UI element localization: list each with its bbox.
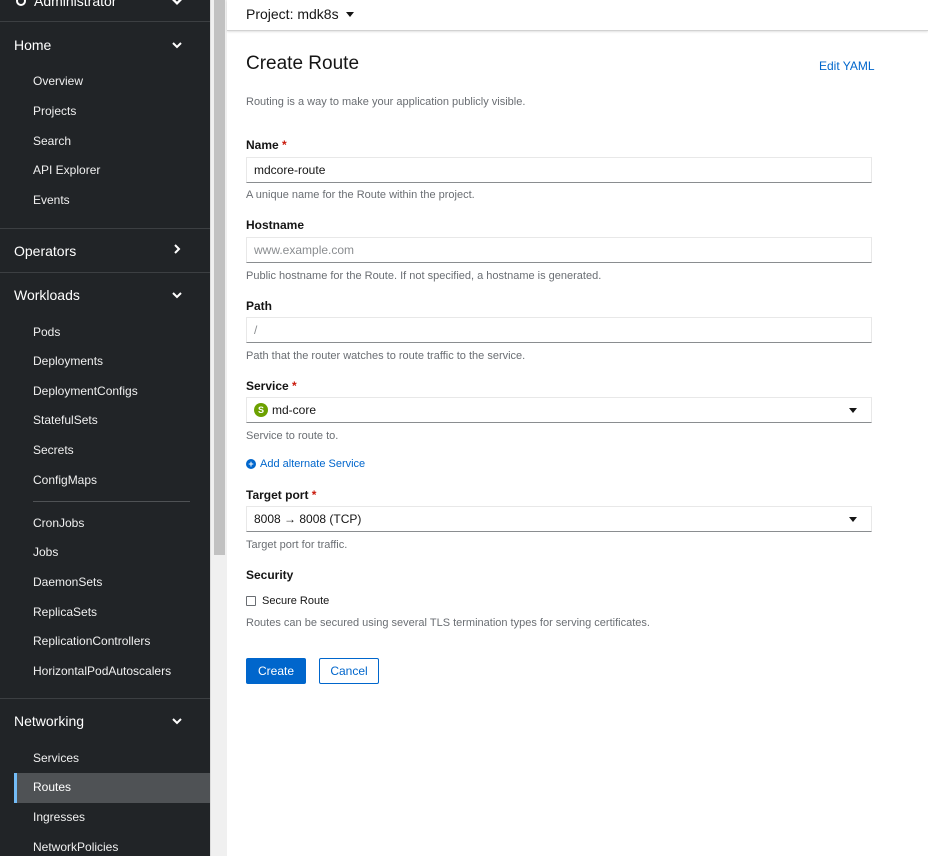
required-marker: *	[292, 379, 297, 393]
sidebar-item-statefulsets[interactable]: StatefulSets	[33, 413, 98, 427]
sidebar-item-routes[interactable]: Routes	[33, 780, 71, 794]
name-input[interactable]	[246, 157, 872, 183]
path-label: Path	[246, 299, 273, 313]
caret-down-icon	[849, 408, 857, 413]
cancel-button[interactable]: Cancel	[319, 658, 379, 684]
path-input[interactable]	[246, 317, 872, 343]
sidebar-section-workloads[interactable]: Workloads	[14, 287, 80, 303]
perspective-label: Administrator	[34, 0, 117, 9]
required-marker: *	[311, 488, 317, 502]
sidebar-item-networkpolicies[interactable]: NetworkPolicies	[33, 840, 118, 854]
sidebar-item-projects[interactable]: Projects	[33, 104, 76, 118]
name-label: Name *	[246, 138, 287, 152]
chevron-right-icon	[174, 244, 181, 254]
required-marker: *	[282, 138, 287, 152]
service-helper: Service to route to.	[246, 430, 339, 442]
sidebar-item-cronjobs[interactable]: CronJobs	[33, 516, 84, 530]
sidebar-item-daemonsets[interactable]: DaemonSets	[33, 575, 102, 589]
edit-yaml-link[interactable]: Edit YAML	[819, 59, 875, 73]
sidebar-item-replicationcontrollers[interactable]: ReplicationControllers	[33, 634, 150, 648]
service-label: Service *	[246, 379, 297, 393]
sidebar-item-api-explorer[interactable]: API Explorer	[33, 163, 100, 177]
security-helper: Routes can be secured using several TLS …	[246, 617, 650, 629]
sidebar-divider	[0, 21, 210, 22]
gear-icon	[16, 0, 26, 6]
service-selected-value: md-core	[272, 403, 317, 417]
secure-route-option[interactable]: Secure Route	[246, 595, 329, 607]
sidebar-item-search[interactable]: Search	[33, 134, 71, 148]
project-selector[interactable]: Project: mdk8s	[246, 6, 339, 22]
target-port-select[interactable]: 8008 → 8008 (TCP)	[246, 506, 872, 532]
scrollbar-thumb[interactable]	[214, 0, 225, 555]
secure-route-label: Secure Route	[262, 595, 330, 607]
sidebar-item-events[interactable]: Events	[33, 193, 70, 207]
perspective-switcher[interactable]: Administrator	[14, 0, 116, 9]
main-content: Project: mdk8s Create Route Edit YAML Ro…	[227, 0, 928, 856]
sidebar-divider	[0, 698, 210, 699]
caret-down-icon[interactable]	[346, 12, 354, 17]
chevron-down-icon	[172, 718, 182, 725]
sidebar-item-pods[interactable]: Pods	[33, 325, 60, 339]
add-alternate-service-button[interactable]: + Add alternate Service	[246, 458, 365, 470]
sidebar-item-deployments[interactable]: Deployments	[33, 354, 103, 368]
create-button[interactable]: Create	[246, 658, 306, 684]
add-alternate-service-label: Add alternate Service	[260, 458, 366, 470]
page-title: Create Route	[246, 53, 360, 74]
sidebar-section-operators[interactable]: Operators	[14, 243, 76, 259]
target-port-label: Target port *	[246, 488, 317, 502]
path-helper: Path that the router watches to route tr…	[246, 350, 526, 362]
chevron-down-icon	[172, 42, 182, 49]
sidebar-divider	[0, 228, 210, 229]
caret-down-icon	[849, 517, 857, 522]
sidebar-item-ingresses[interactable]: Ingresses	[33, 810, 85, 824]
sidebar: Administrator Home Overview Projects Sea…	[0, 0, 210, 856]
target-port-selected-value: 8008 → 8008 (TCP)	[254, 512, 362, 526]
sidebar-item-replicasets[interactable]: ReplicaSets	[33, 605, 97, 619]
name-helper: A unique name for the Route within the p…	[246, 189, 475, 201]
hostname-helper: Public hostname for the Route. If not sp…	[246, 270, 602, 282]
security-label: Security	[246, 568, 294, 582]
service-select[interactable]: S md-core	[246, 397, 872, 423]
sidebar-divider	[0, 272, 210, 273]
sidebar-item-horizontalpodautoscalers[interactable]: HorizontalPodAutoscalers	[33, 664, 171, 678]
page-description: Routing is a way to make your applicatio…	[246, 96, 526, 108]
sidebar-item-jobs[interactable]: Jobs	[33, 545, 58, 559]
hostname-label: Hostname	[246, 218, 305, 232]
target-port-helper: Target port for traffic.	[246, 539, 348, 551]
sidebar-item-services[interactable]: Services	[33, 751, 79, 765]
sidebar-item-deploymentconfigs[interactable]: DeploymentConfigs	[33, 384, 138, 398]
sidebar-item-secrets[interactable]: Secrets	[33, 443, 74, 457]
sidebar-section-home[interactable]: Home	[14, 37, 51, 53]
sidebar-scrollbar[interactable]	[210, 0, 227, 856]
project-bar: Project: mdk8s	[227, 0, 928, 31]
sidebar-item-overview[interactable]: Overview	[33, 74, 83, 88]
sidebar-subgroup-divider	[33, 501, 190, 502]
plus-circle-icon: +	[246, 459, 256, 469]
hostname-input[interactable]	[246, 237, 872, 263]
sidebar-section-networking[interactable]: Networking	[14, 713, 84, 729]
chevron-down-icon	[172, 0, 182, 5]
service-resource-badge: S	[254, 403, 268, 417]
sidebar-item-configmaps[interactable]: ConfigMaps	[33, 473, 97, 487]
chevron-down-icon	[172, 292, 182, 299]
secure-route-checkbox[interactable]	[246, 596, 256, 606]
